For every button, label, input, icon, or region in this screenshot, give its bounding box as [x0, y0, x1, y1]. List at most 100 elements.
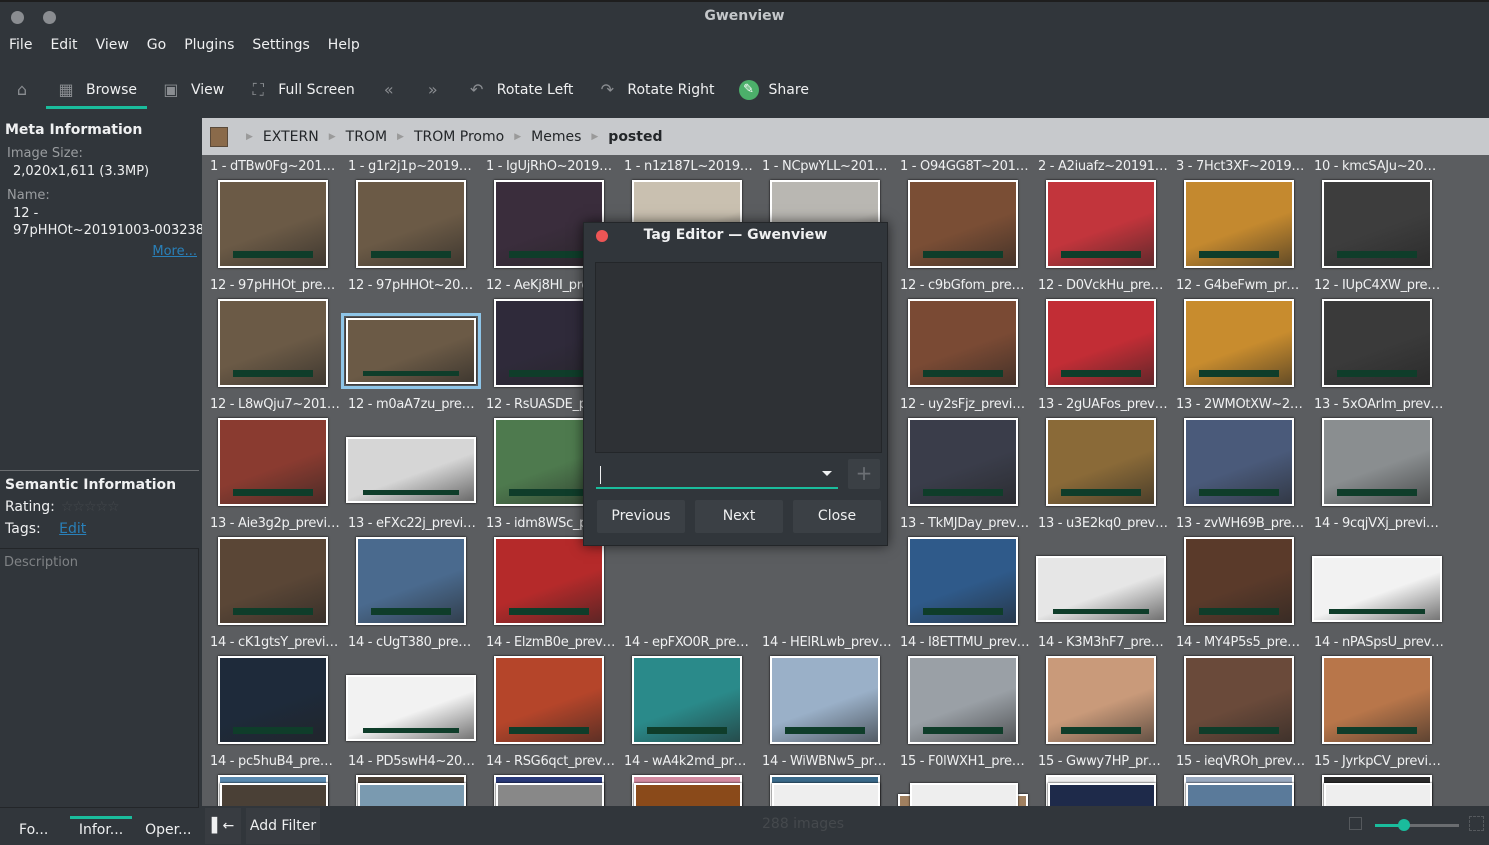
menu-help[interactable]: Help: [319, 34, 369, 60]
previous-button[interactable]: «: [367, 71, 411, 109]
breadcrumb-memes[interactable]: Memes: [525, 129, 587, 145]
breadcrumb-trom[interactable]: TROM: [340, 129, 393, 145]
tab-operations[interactable]: Oper...: [135, 816, 202, 845]
more-link[interactable]: More...: [152, 244, 197, 259]
thumbnail-image[interactable]: [346, 675, 476, 741]
thumbnail-item[interactable]: 12 - 97pHHOt~2019...: [341, 274, 481, 393]
thumbnail-image[interactable]: [218, 180, 328, 268]
thumbnail-image[interactable]: [1184, 418, 1294, 506]
thumbnail-image[interactable]: [218, 299, 328, 387]
star-icon[interactable]: ☆: [107, 499, 120, 515]
tab-folders[interactable]: Fo...: [0, 816, 67, 845]
thumbnail-item[interactable]: 12 - uy2sFjz_previe...: [895, 393, 1031, 512]
drive-icon[interactable]: [210, 126, 228, 147]
rotate-right-button[interactable]: ↷ Rotate Right: [585, 71, 726, 109]
thumbnail-item[interactable]: 10 - kmcSAJu~2019...: [1309, 155, 1445, 274]
thumbnail-image[interactable]: [1046, 418, 1156, 506]
tag-list[interactable]: [595, 262, 882, 453]
thumbnail-image[interactable]: [1046, 656, 1156, 744]
thumbnail-item[interactable]: 13 - 2WMOtXW~20...: [1171, 393, 1307, 512]
toggle-sidebar-button[interactable]: ▌←: [205, 808, 241, 844]
thumbnail-item[interactable]: 12 - 97pHHOt_previ...: [205, 274, 341, 393]
thumbnail-item[interactable]: 12 - c9bGfom_previ...: [895, 274, 1031, 393]
thumbnail-item[interactable]: 13 - Aie3g2p_previe...: [205, 512, 341, 631]
thumbnail-image[interactable]: [1046, 180, 1156, 268]
thumbnail-image[interactable]: [1184, 537, 1294, 625]
thumbnail-image[interactable]: [358, 783, 466, 806]
thumbnail-image[interactable]: [1186, 783, 1294, 806]
thumbnail-image[interactable]: [632, 656, 742, 744]
menu-settings[interactable]: Settings: [243, 34, 318, 60]
thumbnail-image[interactable]: [908, 180, 1018, 268]
next-button[interactable]: »: [411, 71, 455, 109]
thumbnail-image[interactable]: [356, 180, 466, 268]
thumbnail-item[interactable]: 1 - dTBw0Fg~20191...: [205, 155, 341, 274]
rating-stars[interactable]: ☆☆☆☆☆: [61, 499, 120, 515]
thumbnail-item[interactable]: 14 - cUgT380_previ...: [343, 631, 479, 750]
thumbnail-image[interactable]: [1036, 556, 1166, 622]
zoom-out-icon[interactable]: [1349, 817, 1362, 830]
menu-go[interactable]: Go: [138, 34, 175, 60]
add-tag-button[interactable]: +: [848, 459, 880, 489]
thumbnail-image[interactable]: [220, 783, 328, 806]
tag-input[interactable]: [596, 461, 838, 489]
thumbnail-image[interactable]: [908, 299, 1018, 387]
thumbnail-item[interactable]: 2 - A2iuafz~201910...: [1033, 155, 1169, 274]
add-filter-button[interactable]: Add Filter: [246, 808, 320, 844]
thumbnail-image[interactable]: [908, 418, 1018, 506]
thumbnail-image[interactable]: [218, 418, 328, 506]
thumbnail-image[interactable]: [1312, 556, 1442, 622]
thumbnail-item[interactable]: 13 - 5xOArlm_previ...: [1309, 393, 1445, 512]
thumbnail-item[interactable]: 13 - eFXc22j_previe...: [343, 512, 479, 631]
star-icon[interactable]: ☆: [72, 499, 85, 515]
thumbnail-item[interactable]: 13 - 2gUAFos_previ...: [1033, 393, 1169, 512]
thumbnail-size-slider[interactable]: [1375, 819, 1459, 831]
thumbnail-image[interactable]: [1324, 783, 1432, 806]
thumbnail-item[interactable]: 12 - L8wQju7~2019...: [205, 393, 341, 512]
thumbnail-image[interactable]: [1184, 299, 1294, 387]
thumbnail-image[interactable]: [1322, 299, 1432, 387]
thumbnail-item[interactable]: 1 - O94GG8T~20191...: [895, 155, 1031, 274]
star-icon[interactable]: ☆: [84, 499, 97, 515]
view-button[interactable]: ▣ View: [149, 71, 236, 109]
home-button[interactable]: ⌂: [0, 71, 44, 109]
thumbnail-image[interactable]: [494, 537, 604, 625]
thumbnail-image[interactable]: [218, 537, 328, 625]
close-button[interactable]: Close: [793, 500, 881, 533]
thumbnail-item[interactable]: 14 - K3M3hF7_previ...: [1033, 631, 1169, 750]
thumbnail-item[interactable]: 12 - G4beFwm_prev...: [1171, 274, 1307, 393]
thumbnail-item[interactable]: 14 - ElzmB0e_previ...: [481, 631, 617, 750]
thumbnail-item[interactable]: 14 - HElRLwb_previ...: [757, 631, 893, 750]
thumbnail-item[interactable]: 14 - MY4P5s5_previ...: [1171, 631, 1307, 750]
thumbnail-image[interactable]: [908, 537, 1018, 625]
dropdown-arrow-icon[interactable]: [822, 471, 832, 476]
description-field[interactable]: Description: [0, 548, 199, 808]
thumbnail-item[interactable]: 14 - cK1gtsY_previe...: [205, 631, 341, 750]
thumbnail-image[interactable]: [1048, 783, 1156, 806]
thumbnail-image[interactable]: [770, 656, 880, 744]
thumbnail-image[interactable]: [1322, 180, 1432, 268]
thumbnail-item[interactable]: 13 - TkMJDay_previ...: [895, 512, 1031, 631]
thumbnail-item[interactable]: 14 - I8ETTMU_previ...: [895, 631, 1031, 750]
thumbnail-item[interactable]: 12 - D0VckHu_previ...: [1033, 274, 1169, 393]
breadcrumb-trom-promo[interactable]: TROM Promo: [408, 129, 510, 145]
breadcrumb-posted[interactable]: posted: [602, 129, 668, 145]
thumbnail-image[interactable]: [1322, 418, 1432, 506]
thumbnail-item[interactable]: 12 - m0aA7zu_previ...: [343, 393, 479, 512]
thumbnail-image[interactable]: [1184, 656, 1294, 744]
menu-plugins[interactable]: Plugins: [175, 34, 243, 60]
rotate-left-button[interactable]: ↶ Rotate Left: [455, 71, 586, 109]
star-icon[interactable]: ☆: [61, 499, 74, 515]
thumbnail-image[interactable]: [1046, 299, 1156, 387]
thumbnail-image[interactable]: [772, 783, 880, 806]
thumbnail-item[interactable]: 12 - IUpC4XW_previ...: [1309, 274, 1445, 393]
thumbnail-image[interactable]: [910, 783, 1018, 806]
thumbnail-item[interactable]: 14 - 9cqjVXj_previe...: [1309, 512, 1445, 631]
thumbnail-item[interactable]: 14 - nPASpsU_previ...: [1309, 631, 1445, 750]
fullscreen-button[interactable]: ⛶ Full Screen: [236, 71, 367, 109]
thumbnail-image[interactable]: [356, 537, 466, 625]
next-button[interactable]: Next: [695, 500, 783, 533]
thumbnail-item[interactable]: 3 - 7Hct3XF~201910...: [1171, 155, 1307, 274]
browse-button[interactable]: ▦ Browse: [44, 71, 149, 109]
thumbnail-item[interactable]: 14 - epFXO0R_previ...: [619, 631, 755, 750]
